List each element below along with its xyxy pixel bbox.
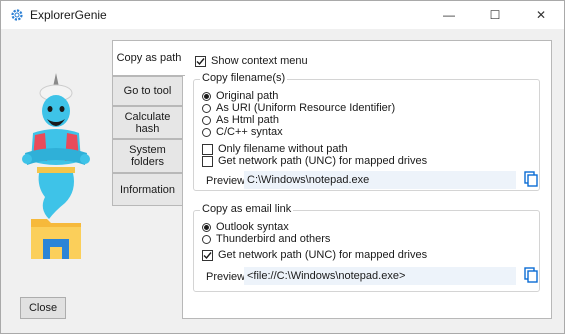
tab-label: Go to tool bbox=[123, 85, 172, 97]
radio-label: As Html path bbox=[216, 114, 279, 126]
only-filename-checkbox[interactable]: Only filename without path bbox=[202, 143, 348, 155]
radio-button[interactable] bbox=[202, 222, 211, 232]
checkbox-box[interactable] bbox=[202, 249, 213, 261]
group-title: Copy filename(s) bbox=[200, 72, 288, 84]
radio-thunderbird[interactable]: Thunderbird and others bbox=[202, 233, 330, 245]
copy-filename-group: Copy filename(s) Original path As URI (U… bbox=[193, 72, 540, 191]
checkbox-box[interactable] bbox=[202, 155, 213, 167]
tab-label: Information bbox=[119, 183, 176, 196]
checkmark-icon bbox=[203, 251, 212, 259]
close-button-label: Close bbox=[28, 302, 58, 314]
radio-label: Outlook syntax bbox=[216, 221, 289, 233]
minimize-button[interactable]: — bbox=[426, 1, 472, 29]
copy-email-group: Copy as email link Outlook syntax Thunde… bbox=[193, 203, 540, 292]
radio-label: Thunderbird and others bbox=[216, 233, 331, 245]
genie-mascot-icon bbox=[22, 73, 90, 259]
gear-icon bbox=[11, 9, 23, 21]
radio-button[interactable] bbox=[202, 91, 211, 101]
window-title: ExplorerGenie bbox=[30, 8, 107, 22]
tab-system-folders[interactable]: System folders bbox=[112, 139, 183, 173]
close-icon: ✕ bbox=[535, 8, 547, 22]
group-title: Copy as email link bbox=[200, 203, 294, 215]
tab-label: System folders bbox=[129, 144, 166, 168]
maximize-icon: ☐ bbox=[489, 8, 501, 22]
network-path-checkbox[interactable]: Get network path (UNC) for mapped drives bbox=[202, 155, 427, 167]
copy-icon[interactable] bbox=[524, 171, 538, 187]
app-window: ExplorerGenie — ☐ ✕ Copy as path Go to t… bbox=[0, 0, 565, 334]
radio-button[interactable] bbox=[202, 234, 211, 244]
close-button[interactable]: Close bbox=[20, 297, 66, 319]
tab-label: Calculate hash bbox=[124, 110, 171, 135]
preview-value: C:\Windows\notepad.exe bbox=[247, 174, 370, 186]
radio-as-html-path[interactable]: As Html path bbox=[202, 114, 279, 126]
radio-cpp-syntax[interactable]: C/C++ syntax bbox=[202, 126, 283, 138]
checkmark-icon bbox=[196, 57, 205, 65]
radio-label: As URI (Uniform Resource Identifier) bbox=[216, 102, 396, 114]
tab-calculate-hash[interactable]: Calculate hash bbox=[112, 106, 183, 139]
close-window-button[interactable]: ✕ bbox=[518, 1, 564, 29]
radio-label: Original path bbox=[216, 90, 279, 102]
radio-outlook-syntax[interactable]: Outlook syntax bbox=[202, 221, 289, 233]
tab-information[interactable]: Information bbox=[112, 173, 183, 206]
maximize-button[interactable]: ☐ bbox=[472, 1, 518, 29]
preview-field[interactable]: <file://C:\Windows\notepad.exe> bbox=[244, 267, 516, 285]
radio-label: C/C++ syntax bbox=[216, 126, 283, 138]
checkbox-box[interactable] bbox=[195, 55, 206, 67]
checkbox-label: Show context menu bbox=[211, 55, 308, 67]
tab-go-to-tool[interactable]: Go to tool bbox=[112, 76, 183, 106]
checkbox-label: Only filename without path bbox=[218, 143, 348, 155]
minimize-icon: — bbox=[443, 8, 455, 22]
radio-button[interactable] bbox=[202, 115, 211, 125]
preview-field[interactable]: C:\Windows\notepad.exe bbox=[244, 171, 516, 189]
checkbox-box[interactable] bbox=[202, 143, 213, 155]
tab-content-panel: Show context menu Copy filename(s) Origi… bbox=[182, 40, 552, 319]
radio-button[interactable] bbox=[202, 103, 211, 113]
checkbox-label: Get network path (UNC) for mapped drives bbox=[218, 155, 428, 167]
tab-label: Copy as path bbox=[116, 52, 182, 64]
radio-original-path[interactable]: Original path bbox=[202, 90, 278, 102]
preview-label: Preview bbox=[206, 175, 246, 187]
tab-copy-as-path[interactable]: Copy as path bbox=[112, 40, 185, 76]
copy-icon[interactable] bbox=[524, 267, 538, 283]
preview-label: Preview bbox=[206, 271, 246, 283]
checkbox-label: Get network path (UNC) for mapped drives bbox=[218, 249, 428, 261]
email-network-path-checkbox[interactable]: Get network path (UNC) for mapped drives bbox=[202, 249, 427, 261]
show-context-menu-checkbox[interactable]: Show context menu bbox=[195, 55, 308, 67]
title-bar[interactable]: ExplorerGenie — ☐ ✕ bbox=[1, 1, 564, 29]
preview-value: <file://C:\Windows\notepad.exe> bbox=[247, 270, 406, 282]
radio-as-uri[interactable]: As URI (Uniform Resource Identifier) bbox=[202, 102, 395, 114]
radio-button[interactable] bbox=[202, 127, 211, 137]
